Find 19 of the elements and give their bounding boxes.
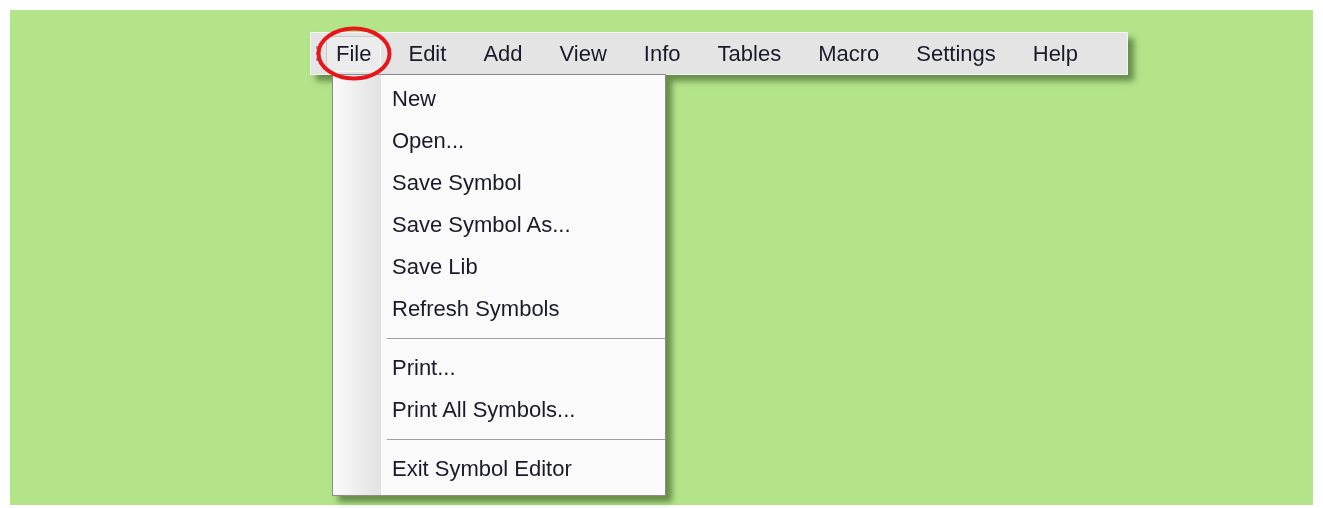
menu-option[interactable]: Exit Symbol Editor bbox=[392, 448, 665, 490]
grip-icon bbox=[316, 43, 319, 64]
menu-option[interactable]: Save Symbol bbox=[392, 162, 665, 204]
menu-option[interactable]: Print... bbox=[392, 347, 665, 389]
menu-item[interactable]: File bbox=[326, 35, 382, 72]
menu-item[interactable]: Info bbox=[633, 35, 691, 72]
menu-option[interactable]: New bbox=[392, 78, 665, 120]
menu-option[interactable]: Save Symbol As... bbox=[392, 204, 665, 246]
menu-item[interactable]: Settings bbox=[906, 35, 1006, 72]
menu-option[interactable]: Open... bbox=[392, 120, 665, 162]
menu-option[interactable]: Refresh Symbols bbox=[392, 288, 665, 330]
menu-item[interactable]: Add bbox=[473, 35, 533, 72]
menu-option[interactable]: Print All Symbols... bbox=[392, 389, 665, 431]
menu-item[interactable]: Tables bbox=[707, 35, 792, 72]
menu-item[interactable]: Help bbox=[1022, 35, 1088, 72]
menu-item[interactable]: View bbox=[549, 35, 617, 72]
menu-option[interactable]: Save Lib bbox=[392, 246, 665, 288]
menu-item[interactable]: Macro bbox=[808, 35, 890, 72]
menu-item[interactable]: Edit bbox=[398, 35, 457, 72]
